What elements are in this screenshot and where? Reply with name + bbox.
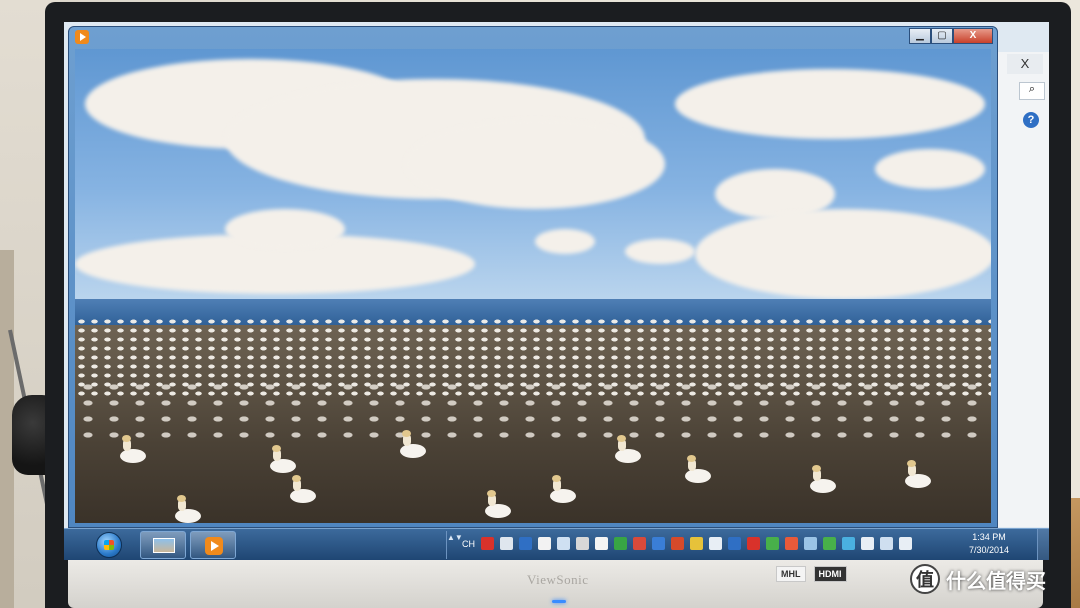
display-icon[interactable] [880, 537, 893, 550]
gannet [550, 475, 576, 503]
play-icon [205, 537, 223, 555]
minimize-button[interactable]: ▁ [909, 28, 931, 44]
show-desktop-button[interactable] [1037, 529, 1049, 560]
gannet [120, 435, 146, 463]
hdmi-badge: HDMI [813, 566, 847, 582]
bird-colony [75, 379, 991, 439]
bluetooth-icon[interactable] [652, 537, 665, 550]
battery-icon[interactable] [861, 537, 874, 550]
gannet [270, 445, 296, 473]
keyboard-icon[interactable] [500, 537, 513, 550]
power-led [552, 600, 566, 603]
gannet [685, 455, 711, 483]
cloud [405, 119, 665, 209]
mhl-badge: MHL [776, 566, 806, 582]
flag-icon[interactable] [785, 537, 798, 550]
cloud [875, 149, 985, 189]
shield-icon[interactable] [576, 537, 589, 550]
media-player-window: ▁ ▢ X [68, 26, 998, 528]
language-indicator[interactable]: CH [462, 539, 475, 549]
title-bar[interactable]: ▁ ▢ X [69, 27, 997, 47]
gannet [485, 490, 511, 518]
monitor-icon[interactable] [709, 537, 722, 550]
player-app-icon [75, 30, 89, 44]
photo-icon [153, 538, 175, 553]
tray-expand-button[interactable]: ▲▼ [446, 531, 463, 559]
system-tray: CH [462, 537, 912, 550]
screen: X ⌕ ? ▁ ▢ X ▲▼ CH 1:34 PM 7/30/2014 [64, 22, 1049, 560]
cloud-icon[interactable] [557, 537, 570, 550]
qq-icon[interactable] [538, 537, 551, 550]
window-controls: ▁ ▢ X [909, 28, 993, 44]
app-icon[interactable] [595, 537, 608, 550]
red-app-icon[interactable] [633, 537, 646, 550]
green-app-icon[interactable] [614, 537, 627, 550]
cloud [625, 239, 695, 264]
gannet [400, 430, 426, 458]
vpn-icon[interactable] [728, 537, 741, 550]
gannet [810, 465, 836, 493]
taskbar-item-photo-viewer[interactable] [140, 531, 186, 559]
search-icon[interactable]: ⌕ [1019, 82, 1045, 100]
help-icon[interactable] [519, 537, 532, 550]
start-button[interactable] [96, 532, 122, 558]
gannet [905, 460, 931, 488]
watermark-text: 什么值得买 [946, 570, 1046, 593]
gift-icon[interactable] [671, 537, 684, 550]
taskbar: ▲▼ CH 1:34 PM 7/30/2014 [64, 528, 1049, 560]
monitor-brand: ViewSonic [527, 572, 589, 587]
gannet [290, 475, 316, 503]
cloud [225, 209, 345, 249]
chart-icon[interactable] [690, 537, 703, 550]
help-icon[interactable]: ? [1023, 112, 1039, 128]
table-icon[interactable] [804, 537, 817, 550]
background-close-button[interactable]: X [1007, 54, 1043, 74]
watermark: 值 什么值得买 [910, 564, 1046, 594]
cloud [695, 209, 991, 299]
gannet [175, 495, 201, 523]
close-button[interactable]: X [953, 28, 993, 44]
kingsoft-icon[interactable] [747, 537, 760, 550]
clock-date: 7/30/2014 [968, 545, 1009, 555]
monitor-badges: MHL HDMI [776, 566, 847, 582]
taskbar-item-media-player[interactable] [190, 531, 236, 559]
video-frame[interactable] [75, 49, 991, 523]
cloud [675, 69, 985, 139]
maximize-button[interactable]: ▢ [931, 28, 953, 44]
watermark-logo-icon: 值 [910, 564, 940, 594]
clock-time: 1:34 PM [972, 532, 1006, 542]
volume-icon[interactable] [899, 537, 912, 550]
gannet [615, 435, 641, 463]
sync-icon[interactable] [842, 537, 855, 550]
clock[interactable]: 1:34 PM 7/30/2014 [969, 531, 1009, 557]
pdf-icon[interactable] [481, 537, 494, 550]
network-icon[interactable] [823, 537, 836, 550]
refresh-icon[interactable] [766, 537, 779, 550]
cloud [535, 229, 595, 254]
